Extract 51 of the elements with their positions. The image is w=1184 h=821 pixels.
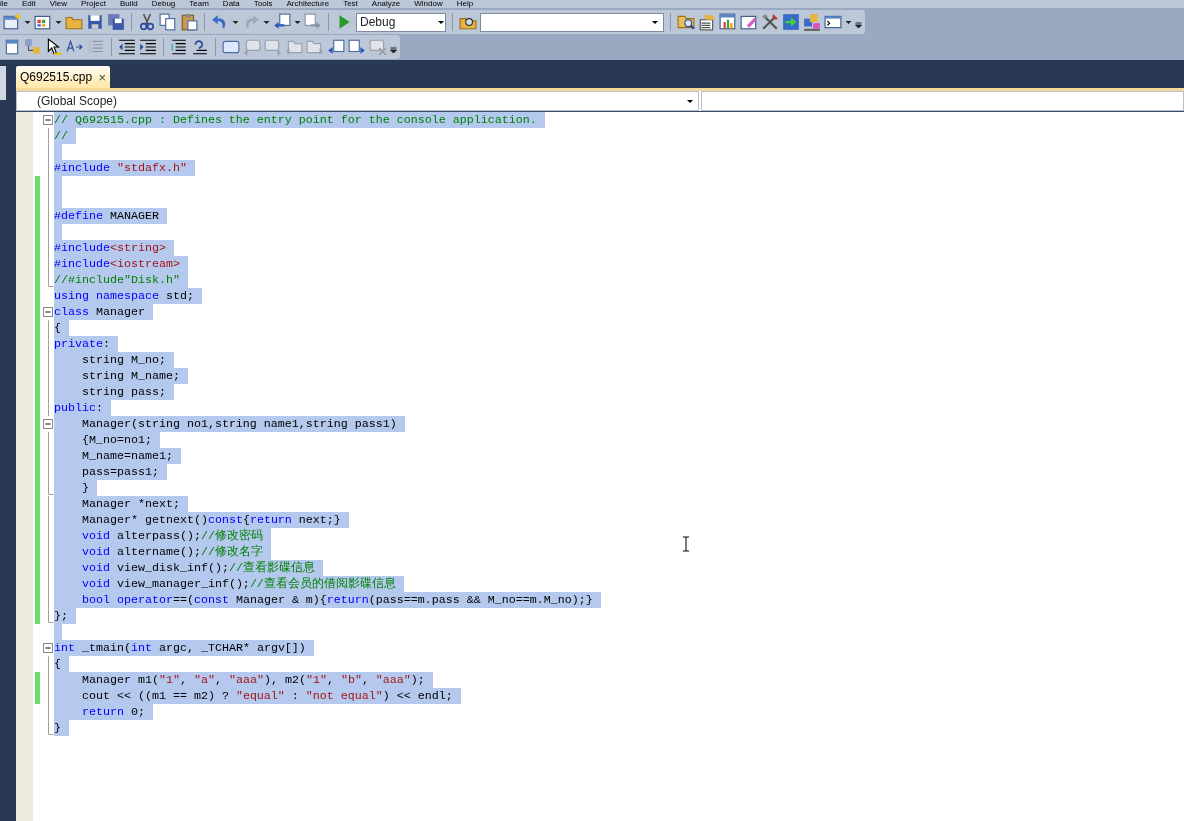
menu-item[interactable]: Analyze <box>371 0 401 8</box>
class-view-icon[interactable] <box>24 38 42 56</box>
console-icon[interactable] <box>824 13 842 31</box>
paste-icon[interactable] <box>180 13 198 31</box>
save-all-icon[interactable] <box>107 13 125 31</box>
menu-item[interactable]: Tools <box>253 0 273 8</box>
decrease-indent-icon[interactable] <box>118 38 136 56</box>
menu-item[interactable]: Debug <box>151 0 176 8</box>
copy-icon[interactable] <box>159 13 177 31</box>
search-window-icon[interactable] <box>677 13 695 31</box>
menu-item[interactable]: View <box>49 0 67 8</box>
collapse-icon[interactable] <box>42 112 54 128</box>
dropdown-arrow-icon <box>651 18 659 26</box>
document-tab[interactable]: Q692515.cpp × <box>16 66 110 88</box>
menu-item[interactable]: Data <box>222 0 240 8</box>
uncomment-lines-icon[interactable] <box>191 38 209 56</box>
configuration-dropdown[interactable]: Debug <box>356 12 446 32</box>
save-icon[interactable] <box>86 13 104 31</box>
menu-item[interactable]: Team <box>189 0 209 8</box>
menu-item[interactable]: Build <box>119 0 138 8</box>
add-item-icon[interactable] <box>34 13 52 31</box>
windows-icon[interactable] <box>803 13 821 31</box>
text-cursor-icon <box>682 536 690 552</box>
menu-item[interactable]: Help <box>456 0 474 8</box>
previous-document-bookmark-icon[interactable] <box>327 38 345 56</box>
dropdown-arrow-icon <box>437 18 445 26</box>
menu-item[interactable]: Project <box>81 0 106 8</box>
dropdown-arrow-icon <box>686 97 694 105</box>
scope-dropdown[interactable]: (Global Scope) <box>16 91 699 111</box>
collapse-icon[interactable] <box>42 416 54 432</box>
scissors-icon[interactable] <box>138 13 156 31</box>
tools-icon[interactable] <box>761 13 779 31</box>
collapse-icon[interactable] <box>42 640 54 656</box>
properties-icon[interactable] <box>698 13 716 31</box>
menu-item[interactable]: Edit <box>22 0 36 8</box>
menu-item[interactable]: Window <box>414 0 443 8</box>
collapse-icon[interactable] <box>42 304 54 320</box>
bookmark-icon[interactable] <box>222 38 240 56</box>
document-window-icon[interactable] <box>3 38 21 56</box>
navigate-backward-icon[interactable] <box>273 13 291 31</box>
menu-item[interactable]: Architecture <box>286 0 330 8</box>
new-project-icon[interactable] <box>3 13 21 31</box>
menu-item[interactable]: ile <box>0 0 8 8</box>
pointer-icon[interactable] <box>45 38 63 56</box>
menu-item[interactable]: Test <box>343 0 358 8</box>
close-icon[interactable]: × <box>98 70 106 84</box>
comment-lines-icon[interactable] <box>170 38 188 56</box>
chart-window-icon[interactable] <box>719 13 737 31</box>
edit-window-icon[interactable] <box>740 13 758 31</box>
increase-indent-icon[interactable] <box>139 38 157 56</box>
next-document-bookmark-icon[interactable] <box>348 38 366 56</box>
